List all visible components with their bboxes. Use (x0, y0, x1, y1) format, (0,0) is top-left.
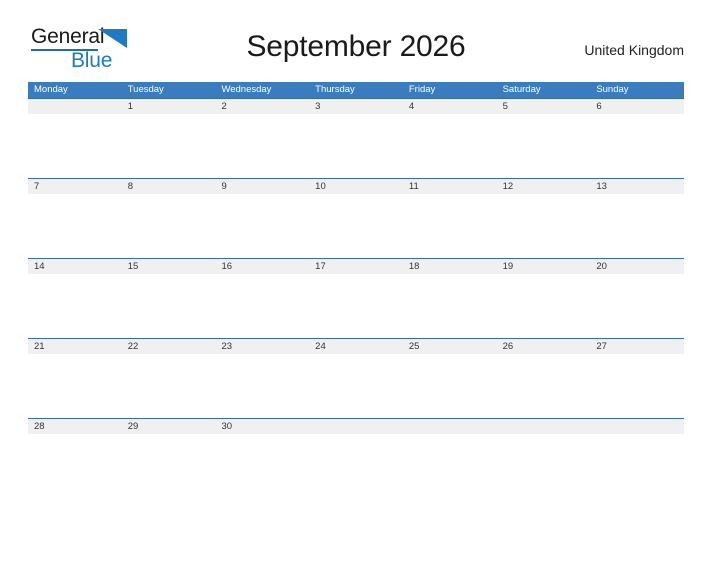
day-cell[interactable]: 16 (215, 259, 309, 274)
day-number-band: 1 2 3 4 5 6 (28, 99, 684, 114)
week-notes-area[interactable] (28, 114, 684, 179)
day-cell[interactable]: 18 (403, 259, 497, 274)
weekday-header-wednesday: Wednesday (221, 84, 272, 95)
day-cell[interactable]: 8 (122, 179, 216, 194)
day-cell[interactable]: 29 (122, 419, 216, 434)
day-cell[interactable]: 26 (497, 339, 591, 354)
day-cell[interactable]: 13 (590, 179, 684, 194)
day-number-band: 14 15 16 17 18 19 20 (28, 259, 684, 274)
day-cell[interactable]: 6 (590, 99, 684, 114)
day-cell[interactable] (590, 419, 684, 434)
day-cell[interactable]: 2 (215, 99, 309, 114)
day-cell[interactable]: 23 (215, 339, 309, 354)
weekday-header-sunday: Sunday (596, 84, 629, 95)
day-cell[interactable]: 20 (590, 259, 684, 274)
day-cell[interactable] (497, 419, 591, 434)
week-notes-area[interactable] (28, 434, 684, 499)
weekday-header-friday: Friday (408, 84, 436, 95)
day-number-band: 21 22 23 24 25 26 27 (28, 339, 684, 354)
day-cell[interactable] (309, 419, 403, 434)
day-cell[interactable] (28, 99, 122, 114)
calendar-grid: Monday Tuesday Wednesday Thursday Friday… (28, 82, 684, 499)
day-cell[interactable]: 21 (28, 339, 122, 354)
weekday-header-saturday: Saturday (502, 84, 541, 95)
day-cell[interactable]: 17 (309, 259, 403, 274)
weekday-header-row: Monday Tuesday Wednesday Thursday Friday… (28, 82, 684, 98)
day-cell[interactable]: 4 (403, 99, 497, 114)
day-cell[interactable]: 11 (403, 179, 497, 194)
day-cell[interactable]: 1 (122, 99, 216, 114)
week-notes-area[interactable] (28, 194, 684, 259)
day-cell[interactable]: 12 (497, 179, 591, 194)
day-cell[interactable]: 24 (309, 339, 403, 354)
week-notes-area[interactable] (28, 354, 684, 419)
day-number-band: 7 8 9 10 11 12 13 (28, 179, 684, 194)
day-cell[interactable]: 27 (590, 339, 684, 354)
day-cell[interactable]: 22 (122, 339, 216, 354)
day-cell[interactable]: 10 (309, 179, 403, 194)
week-row: 21 22 23 24 25 26 27 (28, 338, 684, 419)
weekday-header-tuesday: Tuesday (127, 84, 164, 95)
country-label: United Kingdom (584, 42, 684, 58)
day-cell[interactable]: 3 (309, 99, 403, 114)
page-header: General Blue September 2026 United Kingd… (28, 22, 684, 80)
day-cell[interactable]: 15 (122, 259, 216, 274)
weekday-header-thursday: Thursday (315, 84, 355, 95)
week-row: 28 29 30 (28, 418, 684, 499)
day-cell[interactable]: 25 (403, 339, 497, 354)
day-cell[interactable]: 28 (28, 419, 122, 434)
weekday-header-monday: Monday (34, 84, 68, 95)
day-cell[interactable]: 5 (497, 99, 591, 114)
day-number-band: 28 29 30 (28, 419, 684, 434)
week-row: 14 15 16 17 18 19 20 (28, 258, 684, 339)
day-cell[interactable]: 30 (215, 419, 309, 434)
week-row: 1 2 3 4 5 6 (28, 98, 684, 179)
day-cell[interactable] (403, 419, 497, 434)
day-cell[interactable]: 19 (497, 259, 591, 274)
week-notes-area[interactable] (28, 274, 684, 339)
week-row: 7 8 9 10 11 12 13 (28, 178, 684, 259)
day-cell[interactable]: 7 (28, 179, 122, 194)
day-cell[interactable]: 14 (28, 259, 122, 274)
day-cell[interactable]: 9 (215, 179, 309, 194)
